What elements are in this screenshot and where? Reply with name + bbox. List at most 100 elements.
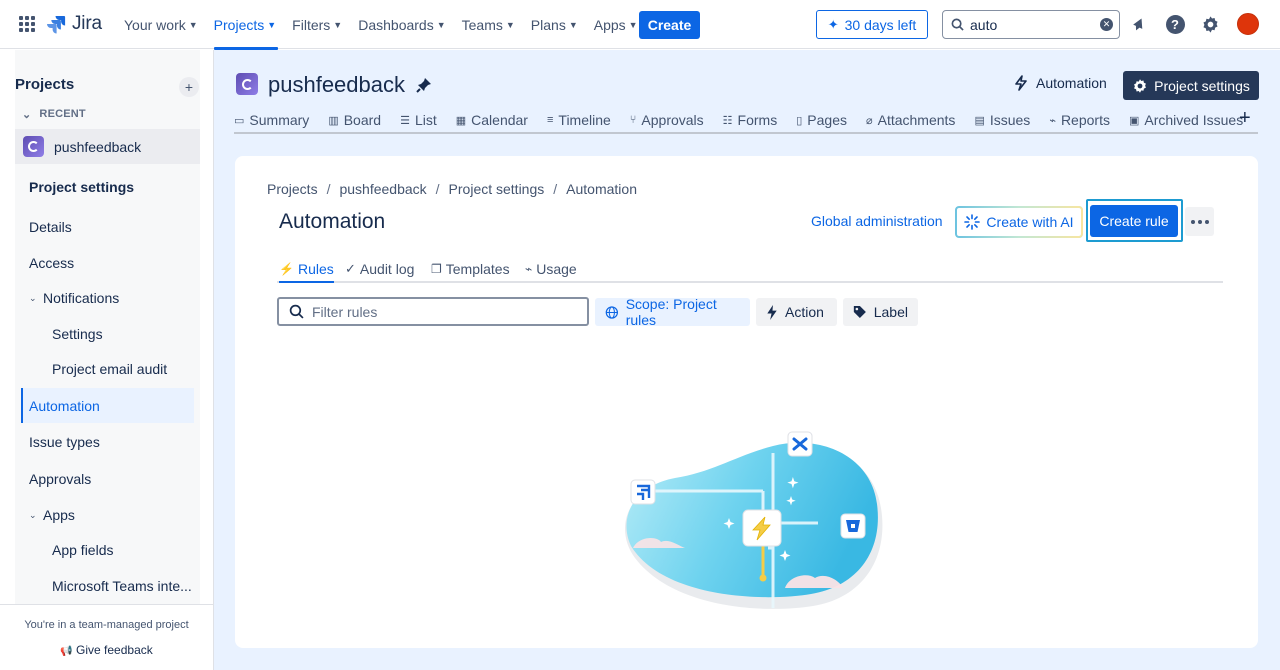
globe-icon <box>605 305 619 319</box>
trial-button[interactable]: ✦ 30 days left <box>816 10 928 39</box>
megaphone-icon: 📢 <box>60 646 73 657</box>
sidebar-item-project-settings[interactable]: Project settings <box>15 171 200 203</box>
action-label: Action <box>785 304 824 320</box>
automation-link[interactable]: Automation <box>1014 75 1107 91</box>
automation-link-label: Automation <box>1036 75 1107 91</box>
tab-templates[interactable]: ❐ Templates <box>431 261 510 277</box>
user-avatar[interactable] <box>1237 13 1259 35</box>
tab-rules[interactable]: ⚡ Rules <box>279 261 334 283</box>
sidebar-item-notifications[interactable]: ⌄ Notifications <box>15 282 200 314</box>
recent-section[interactable]: ⌄ RECENT <box>22 108 86 121</box>
jira-tile <box>630 479 656 505</box>
breadcrumb-project[interactable]: pushfeedback <box>339 181 426 197</box>
sidebar-item-issue-types[interactable]: Issue types <box>15 426 200 458</box>
search-input[interactable]: auto ✕ <box>942 10 1120 39</box>
tab-list[interactable]: ☰ List <box>400 112 437 128</box>
nav-plans[interactable]: Plans ▼ <box>523 0 586 49</box>
sidebar-item-microsoft-teams[interactable]: Microsoft Teams inte... <box>15 570 200 602</box>
sidebar-item-approvals[interactable]: Approvals <box>15 463 200 495</box>
tab-archived-issues[interactable]: ▣ Archived Issues <box>1129 112 1243 128</box>
gear-icon <box>1134 78 1147 93</box>
jira-logo[interactable]: Jira <box>46 13 102 35</box>
settings-gear-icon[interactable] <box>1200 14 1220 34</box>
tab-board[interactable]: ▥ Board <box>328 112 381 128</box>
tab-pages[interactable]: ▯ Pages <box>796 112 847 128</box>
scope-filter-button[interactable]: Scope: Project rules <box>595 296 750 328</box>
tab-issues[interactable]: ▤ Issues <box>974 112 1030 128</box>
sidebar-item-label: Project email audit <box>52 361 168 377</box>
sidebar-item-access[interactable]: Access <box>15 247 200 279</box>
breadcrumb-separator: / <box>326 181 331 197</box>
breadcrumb: Projects / pushfeedback / Project settin… <box>267 181 637 197</box>
global-administration-link[interactable]: Global administration <box>811 213 943 229</box>
sidebar-item-notification-settings[interactable]: Settings <box>15 318 200 350</box>
approvals-icon: ⑂ <box>629 114 637 126</box>
tab-reports[interactable]: ⌁ Reports <box>1049 112 1110 128</box>
tab-label: Archived Issues <box>1144 112 1244 128</box>
sidebar-item-details[interactable]: Details <box>15 211 200 243</box>
tab-attachments[interactable]: ⌀ Attachments <box>866 112 955 128</box>
automation-tile <box>742 509 782 547</box>
project-settings-label: Project settings <box>1154 77 1250 94</box>
sidebar-item-project-email-audit[interactable]: Project email audit <box>15 353 200 385</box>
project-settings-button[interactable]: Project settings <box>1123 71 1259 100</box>
nav-label: Dashboards <box>358 16 434 33</box>
create-rule-button[interactable]: Create rule <box>1090 205 1178 237</box>
tab-audit-log[interactable]: ✓ Audit log <box>345 261 414 277</box>
breadcrumb-separator: / <box>435 181 440 197</box>
tab-approvals[interactable]: ⑂ Approvals <box>630 112 704 128</box>
check-circle-icon: ✓ <box>345 261 356 276</box>
sidebar-item-label: Apps <box>43 507 75 523</box>
help-icon[interactable]: ? <box>1165 14 1185 34</box>
nav-apps[interactable]: Apps ▼ <box>586 0 646 49</box>
nav-label: Projects <box>213 16 265 33</box>
label-filter-button[interactable]: Label <box>843 298 918 326</box>
filter-placeholder: Filter rules <box>312 303 378 320</box>
sidebar-item-app-fields[interactable]: App fields <box>15 534 200 566</box>
list-icon: ☰ <box>400 114 410 127</box>
sidebar-item-label: App fields <box>52 542 114 558</box>
chevron-down-icon: ▼ <box>436 19 446 30</box>
tab-forms[interactable]: ☷ Forms <box>723 112 778 128</box>
breadcrumb-automation[interactable]: Automation <box>566 181 637 197</box>
create-with-ai-button[interactable]: Create with AI <box>955 206 1083 238</box>
nav-filters[interactable]: Filters ▼ <box>284 0 350 49</box>
action-filter-button[interactable]: Action <box>756 298 837 326</box>
sparkle-icon: ✦ <box>827 16 839 32</box>
breadcrumb-project-settings[interactable]: Project settings <box>449 181 545 197</box>
add-tab-icon[interactable]: + <box>1239 108 1251 128</box>
chevron-down-icon: ▼ <box>188 19 198 30</box>
tab-label: Timeline <box>558 112 611 128</box>
tab-calendar[interactable]: ▦ Calendar <box>456 112 528 128</box>
pin-icon[interactable] <box>416 77 432 96</box>
nav-your-work[interactable]: Your work ▼ <box>116 0 206 49</box>
nav-teams[interactable]: Teams ▼ <box>454 0 523 49</box>
nav-dashboards[interactable]: Dashboards ▼ <box>350 0 453 49</box>
nav-label: Filters <box>292 16 331 33</box>
sidebar-item-apps[interactable]: ⌄ Apps <box>15 499 200 531</box>
sidebar-project-item[interactable]: pushfeedback <box>15 129 200 164</box>
tab-label: Attachments <box>877 112 956 128</box>
project-avatar-icon <box>23 136 44 157</box>
recent-label: RECENT <box>39 108 86 120</box>
breadcrumb-projects[interactable]: Projects <box>267 181 318 197</box>
sidebar-item-label: Automation <box>29 397 100 414</box>
nav-projects[interactable]: Projects ▼ <box>206 0 285 50</box>
search-icon <box>951 18 964 31</box>
create-button[interactable]: Create <box>639 11 700 39</box>
filter-rules-input[interactable]: Filter rules <box>277 297 589 326</box>
chevron-down-icon: ⌄ <box>29 292 37 303</box>
tab-label: Pages <box>807 112 847 128</box>
notifications-icon[interactable] <box>1129 14 1149 34</box>
jira-logo-icon <box>47 16 66 34</box>
app-switcher-icon[interactable] <box>19 16 35 32</box>
clear-search-icon[interactable]: ✕ <box>1100 18 1113 31</box>
add-project-icon[interactable]: + <box>179 77 199 97</box>
tab-timeline[interactable]: ≡ Timeline <box>547 112 611 128</box>
more-actions-icon[interactable] <box>1185 207 1214 236</box>
tab-usage[interactable]: ⌁ Usage <box>525 261 577 277</box>
attachment-icon: ⌀ <box>865 114 873 127</box>
give-feedback-link[interactable]: 📢 Give feedback <box>0 643 213 657</box>
tab-summary[interactable]: ▭ Summary <box>234 112 309 128</box>
sidebar-item-automation[interactable]: Automation <box>21 388 194 423</box>
